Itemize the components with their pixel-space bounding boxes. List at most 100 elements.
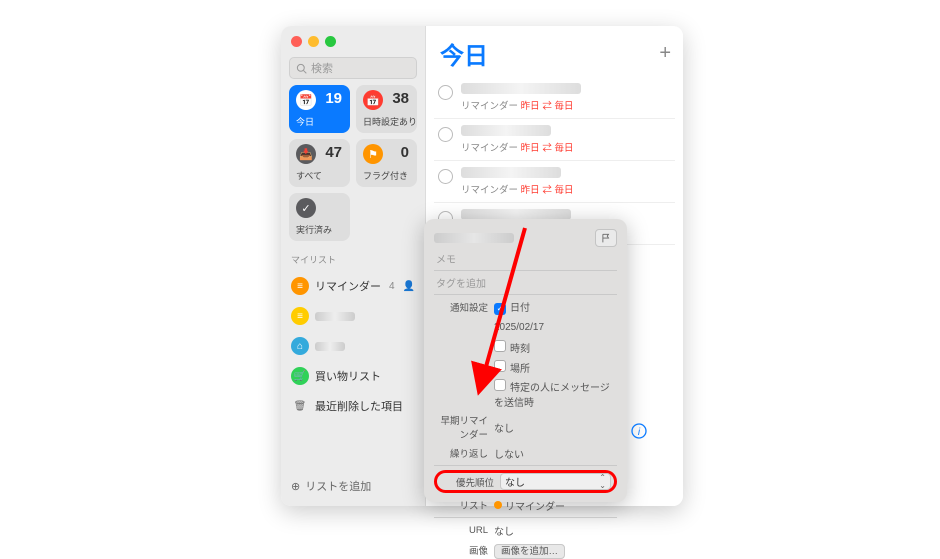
early-reminder-value[interactable]: なし	[494, 420, 617, 435]
priority-row-highlight: 優先順位 なし ⌃⌄	[434, 470, 617, 493]
chevron-updown-icon: ⌃⌄	[599, 474, 606, 490]
repeat-label: 繰り返し	[434, 446, 494, 460]
search-icon	[296, 63, 307, 74]
reminder-title	[461, 167, 561, 178]
svg-text:i: i	[638, 427, 641, 438]
repeat-value[interactable]: しない	[494, 446, 617, 461]
card-count: 38	[392, 90, 409, 107]
messaging-label: 特定の人にメッセージを送信時	[494, 383, 610, 409]
messaging-checkbox[interactable]	[494, 379, 506, 391]
list-color-dot	[494, 501, 502, 509]
image-label: 画像	[434, 543, 494, 557]
check-icon: ✓	[296, 198, 316, 218]
complete-radio[interactable]	[438, 127, 453, 142]
search-placeholder: 検索	[311, 60, 333, 76]
date-value[interactable]: 2025/02/17	[494, 322, 617, 333]
list-label: 最近削除した項目	[315, 398, 403, 414]
sidebar: 検索 📅 19 今日 📅 38 日時設定あり 📥 47 すべて ⚑ 0 フラグ付…	[281, 26, 426, 506]
location-checkbox[interactable]	[494, 360, 506, 372]
tags-field[interactable]: タグを追加	[436, 275, 617, 290]
reminder-item[interactable]: リマインダー 昨日 ⇄ 毎日	[434, 77, 675, 119]
priority-select[interactable]: なし ⌃⌄	[500, 473, 611, 490]
list-trash[interactable]: 🗑 最近削除した項目	[289, 394, 417, 418]
card-all[interactable]: 📥 47 すべて	[289, 139, 350, 187]
main-header: 今日 +	[426, 26, 683, 77]
priority-label: 優先順位	[440, 475, 500, 489]
inbox-icon: 📥	[296, 144, 316, 164]
list-value: リマインダー	[505, 498, 565, 513]
page-title: 今日	[440, 36, 488, 71]
reminder-subtitle: リマインダー 昨日 ⇄ 毎日	[461, 140, 671, 154]
time-label: 時刻	[510, 344, 530, 355]
card-completed[interactable]: ✓ 実行済み	[289, 193, 350, 241]
card-count: 0	[401, 144, 409, 161]
minimize-icon[interactable]	[308, 36, 319, 47]
divider	[434, 270, 617, 271]
card-label: 実行済み	[296, 223, 332, 236]
calendar-icon: 📅	[296, 90, 316, 110]
card-flagged[interactable]: ⚑ 0 フラグ付き	[356, 139, 417, 187]
priority-value: なし	[505, 474, 525, 489]
flag-icon	[601, 233, 611, 243]
reminder-subtitle: リマインダー 昨日 ⇄ 毎日	[461, 98, 671, 112]
date-label: 日付	[510, 303, 530, 314]
divider	[434, 465, 617, 466]
window-controls	[289, 34, 417, 51]
divider	[434, 294, 617, 295]
reminder-title-field[interactable]	[434, 233, 514, 243]
list-item[interactable]: ⌂	[289, 334, 417, 358]
card-count: 19	[325, 90, 342, 107]
list-shopping[interactable]: 🛒 買い物リスト	[289, 364, 417, 388]
add-list-label: リストを追加	[305, 478, 371, 494]
shared-icon: 👤	[403, 281, 415, 292]
flag-button[interactable]	[595, 229, 617, 247]
plus-icon: ⊕	[291, 480, 300, 493]
add-reminder-button[interactable]: +	[659, 42, 671, 65]
flag-icon: ⚑	[363, 144, 383, 164]
notify-label: 通知設定	[434, 300, 494, 314]
list-select[interactable]: リマインダー	[494, 498, 617, 513]
list-icon: ≡	[291, 277, 309, 295]
url-value[interactable]: なし	[494, 523, 617, 538]
card-count: 47	[325, 144, 342, 161]
add-list-button[interactable]: ⊕ リストを追加	[289, 474, 417, 498]
location-label: 場所	[510, 364, 530, 375]
trash-icon: 🗑	[291, 397, 309, 415]
calendar-icon: 📅	[363, 90, 383, 110]
complete-radio[interactable]	[438, 169, 453, 184]
card-scheduled[interactable]: 📅 38 日時設定あり	[356, 85, 417, 133]
card-label: 今日	[296, 115, 314, 128]
early-reminder-label: 早期リマインダー	[434, 413, 494, 441]
list-count: 4	[389, 281, 395, 292]
add-image-button[interactable]: 画像を追加…	[494, 544, 565, 559]
url-label: URL	[434, 525, 494, 536]
divider	[434, 517, 617, 518]
list-label	[315, 342, 345, 351]
reminder-subtitle: リマインダー 昨日 ⇄ 毎日	[461, 182, 671, 196]
search-input[interactable]: 検索	[289, 57, 417, 79]
reminder-item[interactable]: リマインダー 昨日 ⇄ 毎日	[434, 161, 675, 203]
card-label: すべて	[296, 169, 322, 182]
reminder-item[interactable]: リマインダー 昨日 ⇄ 毎日	[434, 119, 675, 161]
info-icon[interactable]: i	[631, 423, 647, 439]
card-label: フラグ付き	[363, 169, 408, 182]
list-icon: ≡	[291, 307, 309, 325]
maximize-icon[interactable]	[325, 36, 336, 47]
card-today[interactable]: 📅 19 今日	[289, 85, 350, 133]
close-icon[interactable]	[291, 36, 302, 47]
memo-field[interactable]: メモ	[436, 251, 617, 266]
reminder-title	[461, 83, 581, 94]
list-item[interactable]: ≡	[289, 304, 417, 328]
complete-radio[interactable]	[438, 85, 453, 100]
list-label	[315, 312, 355, 321]
my-lists-label: マイリスト	[291, 253, 415, 266]
cart-icon: 🛒	[291, 367, 309, 385]
list-label: リマインダー	[315, 278, 381, 294]
reminder-title	[461, 125, 551, 136]
card-label: 日時設定あり	[363, 115, 417, 128]
list-reminders[interactable]: ≡ リマインダー 4 👤	[289, 274, 417, 298]
list-field-label: リスト	[434, 498, 494, 512]
date-checkbox[interactable]: ✓	[494, 303, 506, 315]
smart-lists: 📅 19 今日 📅 38 日時設定あり 📥 47 すべて ⚑ 0 フラグ付き ✓	[289, 85, 417, 241]
time-checkbox[interactable]	[494, 340, 506, 352]
